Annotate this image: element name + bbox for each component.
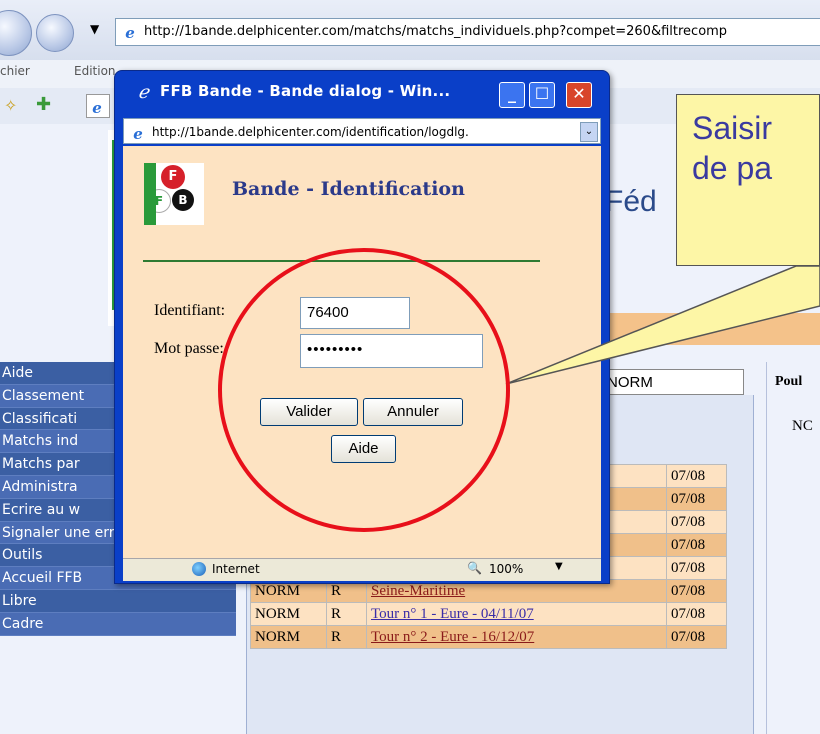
callout-pointer	[505, 265, 820, 385]
highlight-ellipse	[218, 248, 510, 532]
annotation-overlay	[218, 248, 820, 532]
